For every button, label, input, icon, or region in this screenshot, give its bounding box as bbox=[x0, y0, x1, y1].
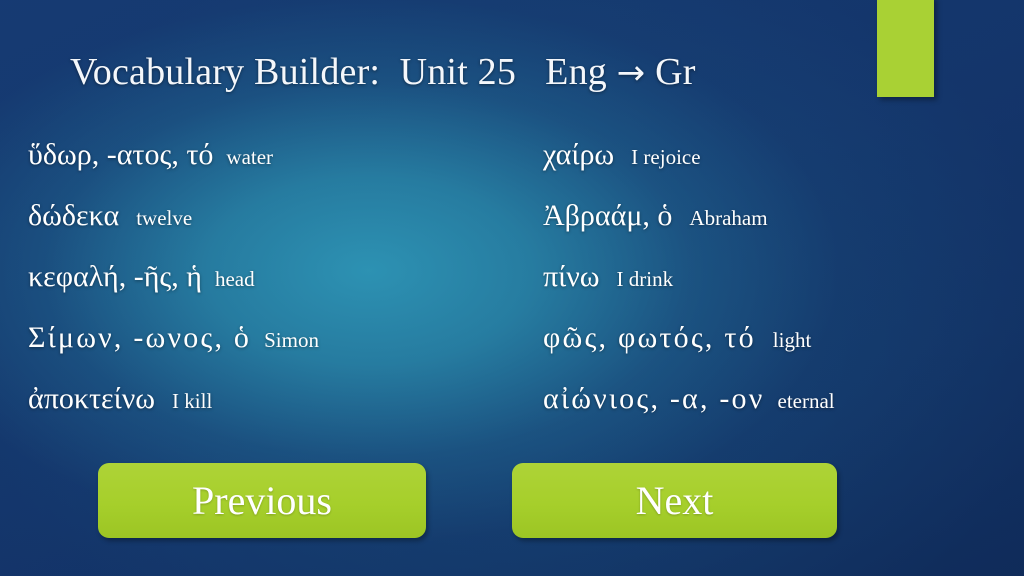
vocabulary-entry: αἰώνιος, -α, -ον eternal bbox=[543, 382, 1013, 437]
greek-term: Ἀβραάμ, ὁ bbox=[543, 199, 673, 232]
previous-button[interactable]: Previous bbox=[98, 463, 426, 538]
english-gloss: twelve bbox=[136, 206, 193, 230]
next-button[interactable]: Next bbox=[512, 463, 837, 538]
vocabulary-column-left: ὕδωρ, -ατος, τό water δώδεκα twelve κεφα… bbox=[28, 138, 498, 437]
greek-term: ἀποκτείνω bbox=[28, 382, 156, 415]
page-title-suffix: Gr bbox=[645, 51, 696, 93]
english-gloss: head bbox=[214, 267, 255, 291]
vocabulary-entry: κεφαλή, -ῆς, ἡ head bbox=[28, 260, 498, 321]
vocabulary-entry: ὕδωρ, -ατος, τό water bbox=[28, 138, 498, 199]
vocabulary-entry: χαίρω I rejoice bbox=[543, 138, 1013, 199]
greek-term: δώδεκα bbox=[28, 199, 120, 232]
vocabulary-column-right: χαίρω I rejoice Ἀβραάμ, ὁ Abraham πίνω I… bbox=[543, 138, 1013, 437]
greek-term: χαίρω bbox=[543, 138, 615, 171]
page-title: Vocabulary Builder: Unit 25 Eng → Gr bbox=[70, 48, 696, 97]
vocabulary-entry: Ἀβραάμ, ὁ Abraham bbox=[543, 199, 1013, 260]
english-gloss: I kill bbox=[172, 389, 213, 413]
english-gloss: I rejoice bbox=[631, 145, 701, 169]
english-gloss: Abraham bbox=[689, 206, 768, 230]
greek-term: πίνω bbox=[543, 260, 600, 293]
english-gloss: I drink bbox=[616, 267, 674, 291]
vocabulary-entry: δώδεκα twelve bbox=[28, 199, 498, 260]
english-gloss: Simon bbox=[264, 328, 319, 352]
greek-term: ὕδωρ, -ατος, τό bbox=[28, 138, 214, 171]
vocabulary-entry: πίνω I drink bbox=[543, 260, 1013, 321]
vocabulary-entry: ἀποκτείνω I kill bbox=[28, 382, 498, 437]
accent-block bbox=[877, 0, 934, 97]
vocabulary-entry: Σίμων, -ωνος, ὁ Simon bbox=[28, 321, 498, 382]
english-gloss: eternal bbox=[777, 389, 835, 413]
greek-term: Σίμων, -ωνος, ὁ bbox=[28, 321, 252, 354]
english-gloss: water bbox=[226, 145, 274, 169]
slide-canvas: Vocabulary Builder: Unit 25 Eng → Gr ὕδω… bbox=[0, 0, 1024, 576]
greek-term: αἰώνιος, -α, -ον bbox=[543, 382, 765, 415]
english-gloss: light bbox=[772, 328, 812, 352]
greek-term: κεφαλή, -ῆς, ἡ bbox=[28, 260, 202, 293]
right-arrow-icon: → bbox=[616, 53, 646, 93]
greek-term: φῶς, φωτός, τό bbox=[543, 321, 756, 354]
page-title-text: Vocabulary Builder: Unit 25 Eng bbox=[70, 51, 617, 93]
vocabulary-entry: φῶς, φωτός, τό light bbox=[543, 321, 1013, 382]
